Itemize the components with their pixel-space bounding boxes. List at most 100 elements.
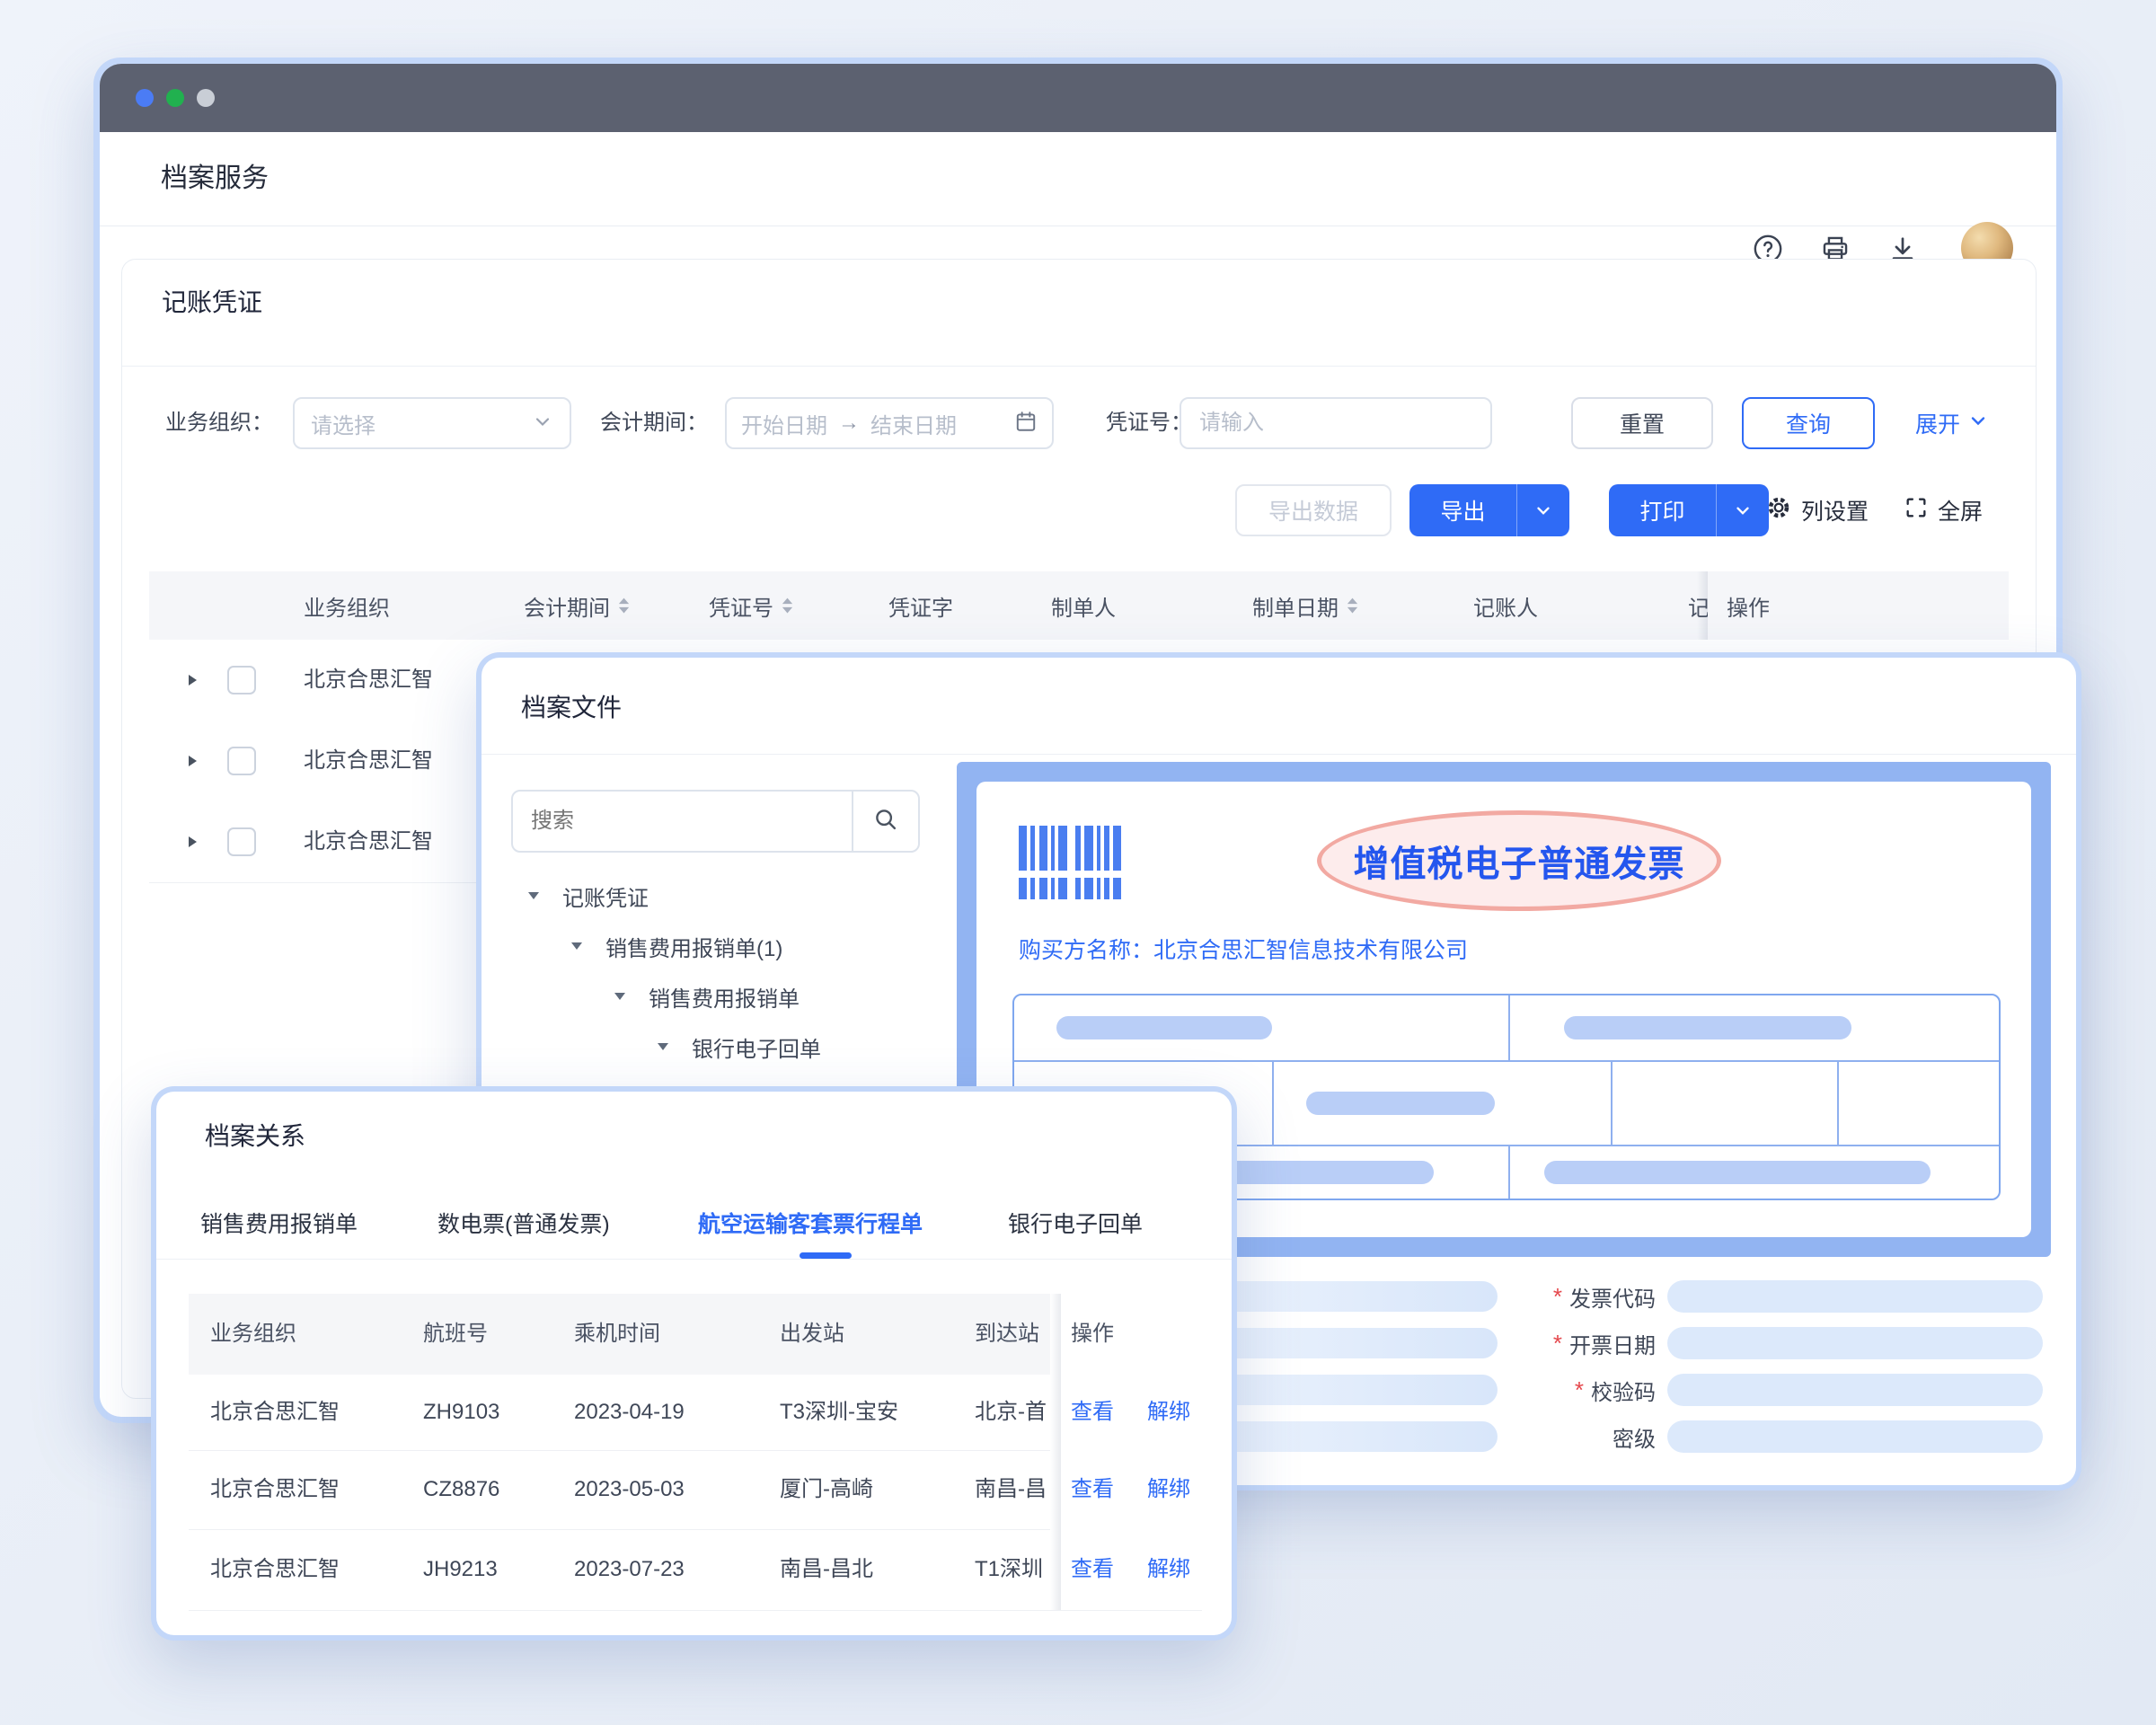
- archive-file-modal-title: 档案文件: [521, 688, 622, 724]
- view-link[interactable]: 查看: [1071, 1375, 1114, 1450]
- archive-relation-modal-title: 档案关系: [205, 1117, 305, 1153]
- cell-time: 2023-04-19: [574, 1375, 685, 1450]
- query-button[interactable]: 查询: [1742, 397, 1875, 449]
- print-split-button[interactable]: 打印: [1609, 484, 1769, 536]
- unbind-link[interactable]: 解绑: [1147, 1375, 1190, 1450]
- period-filter-label: 会计期间：: [600, 397, 708, 449]
- invoice-buyer-label: 购买方名称：: [1019, 938, 1153, 963]
- check-code-input[interactable]: [1667, 1374, 2043, 1406]
- org-filter-label: 业务组织：: [165, 397, 273, 449]
- col-prepare-date[interactable]: 制单日期: [1252, 571, 1359, 640]
- chevron-down-icon[interactable]: [1716, 484, 1769, 536]
- search-icon: [872, 806, 899, 837]
- cell-flight: JH9213: [423, 1529, 498, 1610]
- fixed-column-shadow: [1050, 1294, 1061, 1610]
- export-data-button[interactable]: 导出数据: [1235, 484, 1392, 536]
- titlebar-dot-gray[interactable]: [197, 89, 215, 107]
- expand-toggle[interactable]: 展开: [1898, 397, 2006, 449]
- divider: [482, 754, 2076, 755]
- tab-air-itinerary[interactable]: 航空运输客套票行程单: [698, 1198, 923, 1252]
- search-button[interactable]: [852, 792, 918, 851]
- row-checkbox[interactable]: [227, 747, 256, 775]
- column-settings-button[interactable]: 列设置: [1765, 484, 1869, 536]
- caret-right-icon[interactable]: [185, 673, 199, 692]
- col-preparer[interactable]: 制单人: [1051, 571, 1116, 640]
- col-org[interactable]: 业务组织: [304, 571, 390, 640]
- caret-right-icon[interactable]: [185, 835, 199, 854]
- tree-item[interactable]: 银行电子回单: [656, 1029, 821, 1065]
- row-org: 北京合思汇智: [304, 801, 433, 882]
- titlebar-dot-green[interactable]: [166, 89, 184, 107]
- fixed-actions-column: 操作 查看 解绑 查看 解绑 查看 解绑: [1050, 1294, 1202, 1610]
- field-label: 发票代码: [1569, 1281, 1656, 1313]
- org-select[interactable]: 请选择: [293, 397, 571, 449]
- col-period[interactable]: 会计期间: [524, 571, 631, 640]
- col-departure: 出发站: [780, 1294, 844, 1375]
- cell-departure: 南昌-昌北: [780, 1529, 873, 1610]
- field-label-invoice-code: * 发票代码: [1553, 1280, 1656, 1313]
- page-background: 档案服务: [0, 0, 2156, 1725]
- tree-item-label: 银行电子回单: [692, 1031, 821, 1063]
- sort-icon[interactable]: [781, 596, 794, 615]
- col-org: 业务组织: [210, 1294, 296, 1375]
- voucher-no-input[interactable]: [1181, 411, 1490, 436]
- security-level-input[interactable]: [1667, 1420, 2043, 1453]
- tree-item[interactable]: 记账凭证: [526, 878, 649, 914]
- view-link[interactable]: 查看: [1071, 1450, 1114, 1529]
- col-bookkeeper[interactable]: 记账人: [1473, 571, 1538, 640]
- col-actions: 操作: [1071, 1294, 1114, 1375]
- sort-icon[interactable]: [1346, 596, 1359, 615]
- sort-icon[interactable]: [617, 596, 631, 615]
- tab-expense-form[interactable]: 销售费用报销单: [200, 1198, 358, 1252]
- cell-arrival: 南昌-昌: [975, 1450, 1050, 1529]
- col-voucher-word[interactable]: 凭证字: [888, 571, 953, 640]
- caret-down-icon[interactable]: [526, 889, 541, 902]
- field-label-check-code: * 校验码: [1575, 1374, 1656, 1406]
- required-mark: *: [1575, 1376, 1584, 1404]
- divider: [122, 366, 2036, 367]
- unbind-link[interactable]: 解绑: [1147, 1529, 1190, 1610]
- export-label: 导出: [1410, 494, 1516, 526]
- row-checkbox[interactable]: [227, 827, 256, 856]
- voucher-table-header: 业务组织 会计期间 凭证号 凭证字 制单人 制单日期 记账: [149, 571, 2009, 640]
- row-org: 北京合思汇智: [304, 640, 433, 721]
- field-label-invoice-date: * 开票日期: [1553, 1327, 1656, 1359]
- tree-item-label: 销售费用报销单(1): [605, 931, 782, 962]
- tab-digital-invoice[interactable]: 数电票(普通发票): [437, 1198, 610, 1252]
- tab-bank-receipt[interactable]: 银行电子回单: [1008, 1198, 1143, 1252]
- period-range-picker[interactable]: 开始日期 → 结束日期: [725, 397, 1054, 449]
- col-period-label: 会计期间: [524, 590, 610, 622]
- gear-icon: [1765, 494, 1792, 527]
- cell-time: 2023-05-03: [574, 1450, 685, 1529]
- tree-item-label: 销售费用报销单: [649, 981, 800, 1013]
- tree-item[interactable]: 销售费用报销单: [613, 978, 800, 1014]
- col-prepare-date-label: 制单日期: [1252, 590, 1339, 622]
- caret-down-icon[interactable]: [613, 990, 627, 1003]
- voucher-panel-title: 记账凭证: [162, 283, 262, 319]
- col-voucher-no[interactable]: 凭证号: [709, 571, 794, 640]
- reset-button[interactable]: 重置: [1571, 397, 1713, 449]
- invoice-date-input[interactable]: [1667, 1327, 2043, 1359]
- archive-relation-modal-inner: 档案关系 销售费用报销单 数电票(普通发票) 航空运输客套票行程单 银行电子回单…: [156, 1092, 1232, 1635]
- voucher-no-input-box[interactable]: [1180, 397, 1492, 449]
- chevron-down-icon[interactable]: [1516, 484, 1569, 536]
- row-checkbox[interactable]: [227, 666, 256, 694]
- tree-item[interactable]: 销售费用报销单(1): [570, 928, 782, 964]
- invoice-title: 增值税电子普通发票: [1354, 835, 1685, 887]
- window-titlebar: [100, 64, 2056, 132]
- caret-down-icon[interactable]: [570, 940, 584, 952]
- cell-departure: T3深圳-宝安: [780, 1375, 898, 1450]
- tree-search-input[interactable]: [513, 792, 852, 851]
- invoice-code-input[interactable]: [1667, 1280, 2043, 1313]
- caret-down-icon[interactable]: [656, 1040, 670, 1053]
- export-split-button[interactable]: 导出: [1409, 484, 1569, 536]
- unbind-link[interactable]: 解绑: [1147, 1450, 1190, 1529]
- view-link[interactable]: 查看: [1071, 1529, 1114, 1610]
- calendar-icon: [1014, 410, 1038, 438]
- titlebar-dot-blue[interactable]: [136, 89, 154, 107]
- column-settings-label: 列设置: [1801, 494, 1869, 526]
- cell-org: 北京合思汇智: [210, 1375, 340, 1450]
- fixed-actions-column: 操作: [1708, 571, 2009, 640]
- fullscreen-button[interactable]: 全屏: [1904, 484, 1983, 536]
- caret-right-icon[interactable]: [185, 754, 199, 773]
